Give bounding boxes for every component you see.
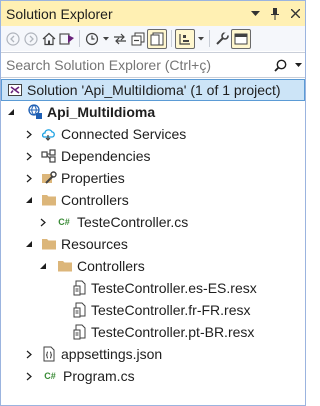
title-bar: Solution Explorer: [1, 1, 305, 26]
pending-changes-filter-icon[interactable]: [83, 29, 100, 49]
tree-item-label: Program.cs: [63, 368, 135, 384]
tree-item-program-cs[interactable]: C# Program.cs: [1, 365, 305, 387]
expanded-arrow-icon[interactable]: [5, 101, 17, 123]
collapse-all-icon[interactable]: [129, 29, 146, 49]
collapsed-arrow-icon[interactable]: [23, 167, 35, 189]
show-all-files-icon[interactable]: [147, 28, 167, 49]
close-icon[interactable]: [285, 1, 305, 26]
tree-item-label: Connected Services: [61, 126, 187, 142]
folder-icon: [57, 258, 73, 274]
preview-selected-items-icon[interactable]: [175, 28, 195, 49]
preview-pane-icon[interactable]: [231, 28, 251, 49]
collapsed-arrow-icon[interactable]: [23, 145, 35, 167]
tree-item-solution[interactable]: Solution 'Api_MultiIdioma' (1 of 1 proje…: [1, 79, 305, 101]
resx-file-icon: [71, 302, 87, 318]
tree-item-label: appsettings.json: [61, 346, 163, 362]
folder-icon: [41, 236, 57, 252]
expanded-arrow-icon[interactable]: [37, 255, 49, 277]
home-icon[interactable]: [40, 29, 57, 49]
toolbar-separator: [171, 30, 172, 47]
tree-item-label: Solution 'Api_MultiIdioma' (1 of 1 proje…: [27, 82, 281, 98]
search-icon[interactable]: [269, 59, 291, 72]
tree-item-testecontroller-cs[interactable]: C# TesteController.cs: [1, 211, 305, 233]
tree-item-resx-es[interactable]: TesteController.es-ES.resx: [1, 277, 305, 299]
tree-item-resources-controllers[interactable]: Controllers: [1, 255, 305, 277]
toolbar-separator: [79, 30, 80, 47]
tree-item-label: TesteController.fr-FR.resx: [91, 302, 251, 318]
search-options-dropdown-icon[interactable]: [291, 62, 305, 68]
csharp-file-icon: C#: [44, 371, 56, 381]
sync-with-active-document-icon[interactable]: [111, 29, 128, 49]
expanded-arrow-icon[interactable]: [23, 189, 35, 211]
tree-item-label: Properties: [61, 170, 125, 186]
toolbar: [1, 26, 305, 51]
tree-item-resx-pt[interactable]: TesteController.pt-BR.resx: [1, 321, 305, 343]
tree-item-label: TesteController.cs: [77, 214, 189, 230]
tree-item-label: TesteController.pt-BR.resx: [91, 324, 255, 340]
tree-item-properties[interactable]: Properties: [1, 167, 305, 189]
csharp-file-icon: C#: [58, 217, 70, 227]
forward-icon[interactable]: [22, 29, 39, 49]
resx-file-icon: [71, 324, 87, 340]
tree-item-project[interactable]: Api_MultiIdioma: [1, 101, 305, 123]
tree-item-label: Controllers: [77, 258, 145, 274]
search-input[interactable]: [1, 53, 269, 77]
resx-file-icon: [71, 280, 87, 296]
solution-icon: [7, 82, 23, 98]
folder-icon: [41, 192, 57, 208]
tree-item-label: Dependencies: [61, 148, 151, 164]
search-bar: [1, 52, 305, 78]
pin-icon[interactable]: [265, 1, 285, 26]
back-icon[interactable]: [4, 29, 21, 49]
properties-wrench-icon[interactable]: [213, 29, 230, 49]
expanded-arrow-icon[interactable]: [23, 233, 35, 255]
tree-item-label: Resources: [61, 236, 128, 252]
tree-item-dependencies[interactable]: Dependencies: [1, 145, 305, 167]
connected-services-icon: [41, 126, 57, 142]
dependencies-icon: [41, 148, 57, 164]
toolbar-separator: [209, 30, 210, 47]
tree-item-resources[interactable]: Resources: [1, 233, 305, 255]
collapsed-arrow-icon[interactable]: [37, 211, 49, 233]
solution-explorer-window: Solution Explorer Search Solution Explor…: [0, 0, 306, 406]
pending-changes-dropdown-icon[interactable]: [101, 29, 110, 49]
tree-item-appsettings[interactable]: appsettings.json: [1, 343, 305, 365]
tree-item-controllers[interactable]: Controllers: [1, 189, 305, 211]
json-file-icon: [41, 346, 57, 362]
window-title: Solution Explorer: [6, 5, 113, 22]
window-options-dropdown-icon[interactable]: [245, 1, 265, 26]
web-project-icon: [27, 104, 43, 120]
tree-item-resx-fr[interactable]: TesteController.fr-FR.resx: [1, 299, 305, 321]
tree-item-label: TesteController.es-ES.resx: [91, 280, 257, 296]
collapsed-arrow-icon[interactable]: [23, 123, 35, 145]
switch-views-icon[interactable]: [58, 29, 75, 49]
tree-item-connected-services[interactable]: Connected Services: [1, 123, 305, 145]
tree-item-label: Api_MultiIdioma: [47, 104, 156, 120]
tree-item-label: Controllers: [61, 192, 129, 208]
collapsed-arrow-icon[interactable]: [23, 365, 35, 387]
properties-wrench-icon: [41, 170, 57, 186]
collapsed-arrow-icon[interactable]: [23, 343, 35, 365]
preview-dropdown-icon[interactable]: [196, 29, 205, 49]
